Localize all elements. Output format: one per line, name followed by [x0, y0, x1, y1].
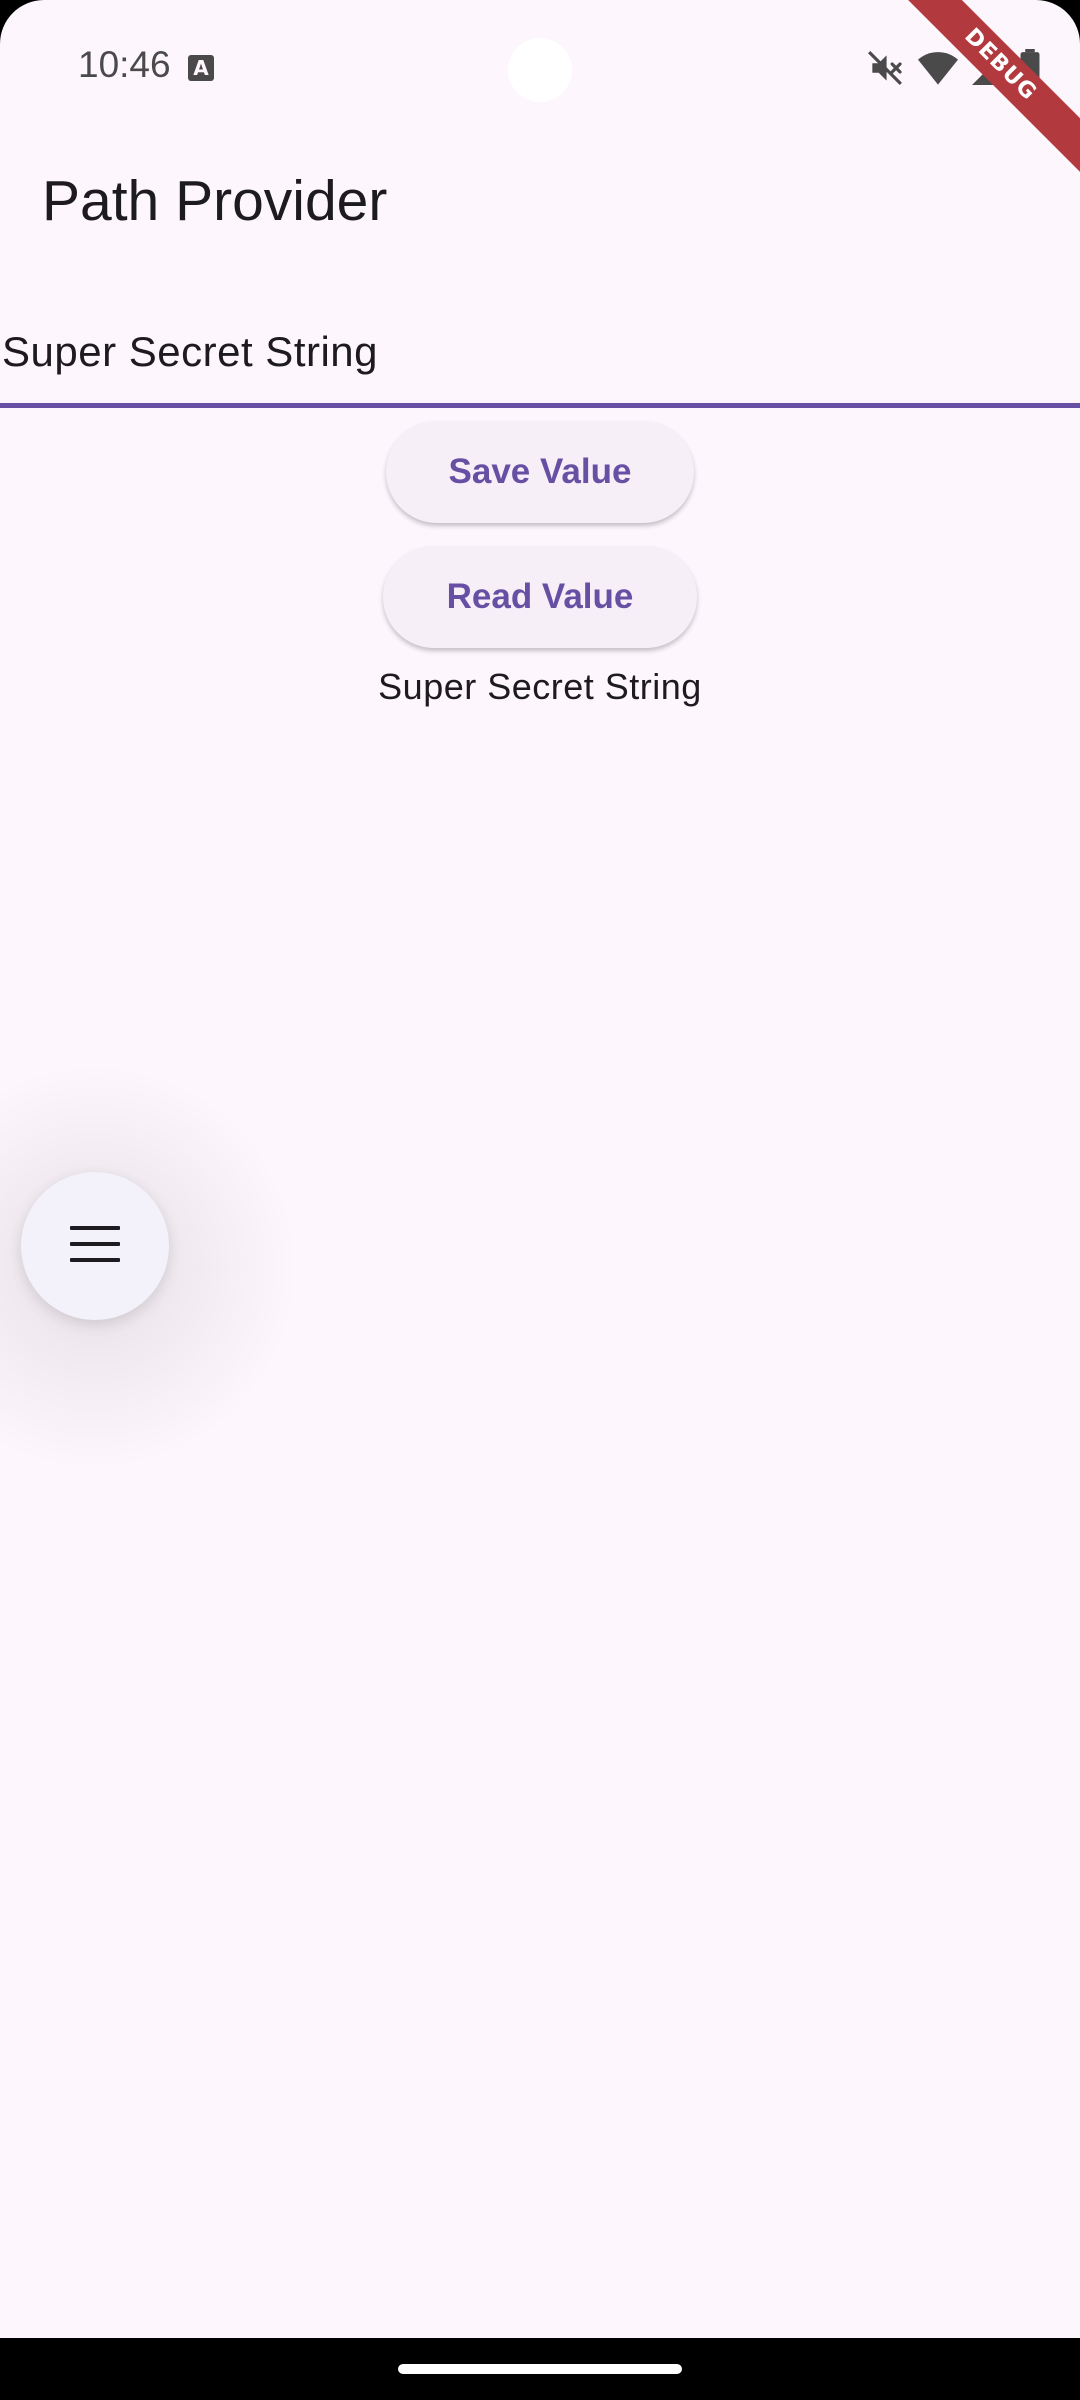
app-screen: 10:46 A DEBUG Path Provider Super Secret…: [0, 0, 1080, 2338]
menu-fab[interactable]: [21, 1172, 169, 1320]
read-value-button[interactable]: Read Value: [383, 546, 697, 648]
secret-value-input[interactable]: [0, 300, 1080, 408]
text-input-icon: A: [188, 55, 214, 81]
save-value-button[interactable]: Save Value: [386, 421, 694, 523]
camera-cutout: [508, 38, 572, 102]
home-indicator[interactable]: [398, 2364, 682, 2374]
status-icons: [866, 48, 1040, 88]
debug-banner: DEBUG: [880, 0, 1080, 200]
menu-icon: [70, 1225, 120, 1267]
read-result-text: Super Secret String: [378, 666, 702, 707]
battery-icon: [1020, 49, 1040, 87]
wifi-icon: [918, 51, 958, 85]
mute-icon: [866, 49, 904, 87]
status-time: 10:46: [78, 44, 171, 85]
page-title: Path Provider: [42, 169, 388, 233]
debug-banner-label: DEBUG: [880, 0, 1080, 185]
signal-icon: [972, 51, 1006, 85]
